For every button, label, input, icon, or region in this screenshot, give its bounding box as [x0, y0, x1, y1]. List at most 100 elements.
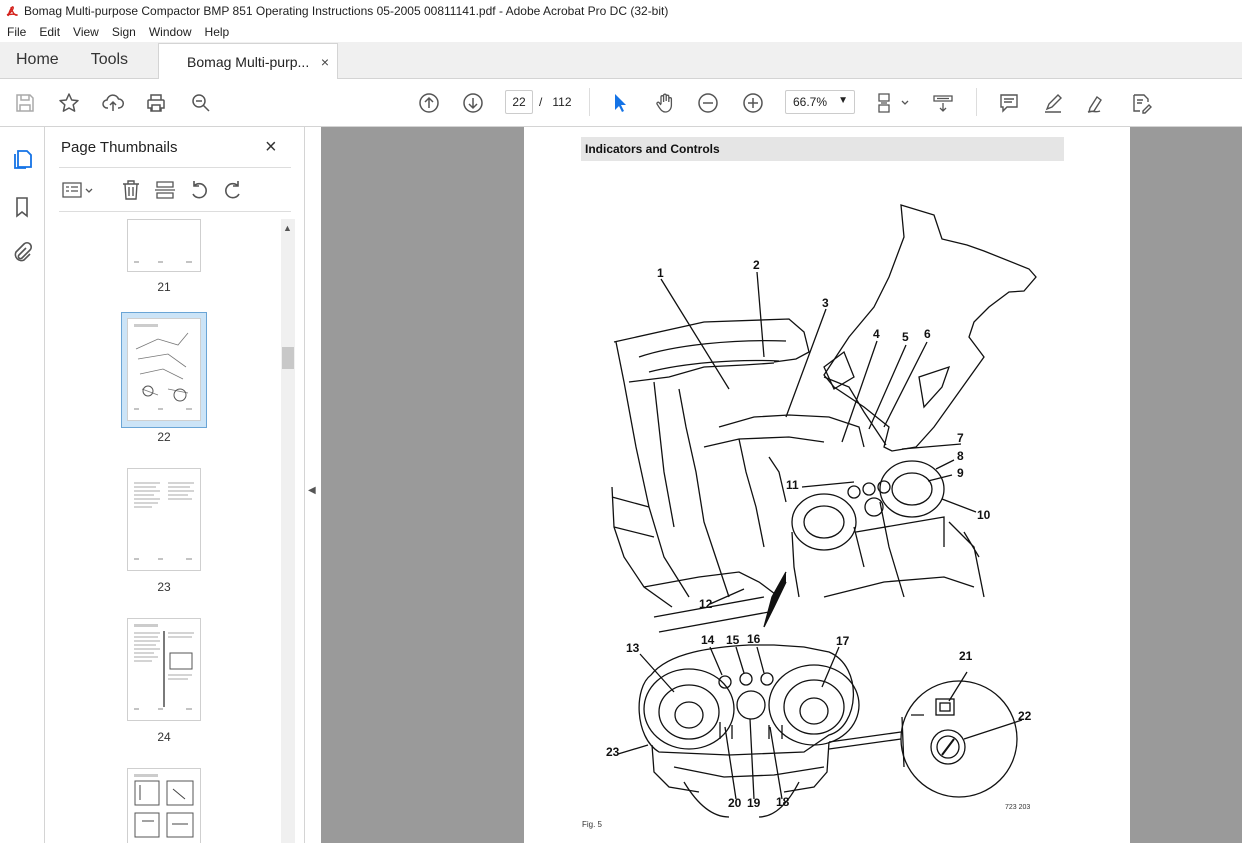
- page-fit-icon[interactable]: [876, 91, 910, 115]
- toolbar-divider: [589, 88, 590, 116]
- save-icon[interactable]: [13, 91, 37, 115]
- tab-bar: Home Tools Bomag Multi-purp... ×: [0, 42, 1242, 79]
- previous-page-icon[interactable]: [417, 91, 441, 115]
- thumbnail-page[interactable]: [127, 618, 201, 721]
- thumbnail-label: 21: [157, 280, 171, 294]
- tab-tools[interactable]: Tools: [75, 42, 144, 78]
- callout-10: 10: [977, 508, 991, 522]
- callout-19: 19: [747, 796, 761, 810]
- thumbnail-list: 21 22 23 24: [59, 219, 281, 843]
- callout-17: 17: [836, 634, 850, 648]
- rotate-left-icon[interactable]: [188, 179, 210, 201]
- thumbnail-page[interactable]: [127, 768, 201, 843]
- divider: [59, 167, 291, 168]
- callout-2: 2: [753, 258, 760, 272]
- main-toolbar: [0, 80, 1242, 127]
- thumbnail-page[interactable]: [127, 219, 201, 272]
- callout-5: 5: [902, 330, 909, 344]
- close-icon[interactable]: ×: [265, 136, 277, 159]
- menu-edit[interactable]: Edit: [32, 25, 66, 39]
- star-icon[interactable]: [57, 91, 81, 115]
- callout-18: 18: [776, 795, 790, 809]
- acrobat-window: Bomag Multi-purpose Compactor BMP 851 Op…: [0, 0, 1242, 843]
- highlight-pen-icon[interactable]: [1041, 91, 1065, 115]
- toolbar-divider: [976, 88, 977, 116]
- print-icon[interactable]: [144, 91, 168, 115]
- callout-15: 15: [726, 633, 740, 647]
- callout-1: 1: [657, 266, 664, 280]
- callout-7: 7: [957, 431, 964, 445]
- draw-sign-icon[interactable]: [1085, 91, 1109, 115]
- callout-12: 12: [699, 597, 713, 611]
- callout-21: 21: [959, 649, 973, 663]
- callout-8: 8: [957, 449, 964, 463]
- total-pages: 112: [552, 95, 572, 109]
- thumbnail-label: 22: [157, 430, 171, 444]
- window-title: Bomag Multi-purpose Compactor BMP 851 Op…: [24, 4, 669, 18]
- chevron-down-icon: ▼: [838, 95, 848, 106]
- edit-pdf-icon[interactable]: [1129, 91, 1153, 115]
- zoom-select[interactable]: 66.7% ▼: [785, 90, 855, 114]
- callout-11: 11: [786, 478, 799, 492]
- figure-label: Fig. 5: [582, 820, 603, 829]
- thumbnail-page[interactable]: [127, 468, 201, 571]
- divider: [59, 211, 291, 212]
- menu-file[interactable]: File: [0, 25, 32, 39]
- next-page-icon[interactable]: [461, 91, 485, 115]
- menu-window[interactable]: Window: [142, 25, 198, 39]
- menu-view[interactable]: View: [66, 25, 105, 39]
- page-number-input[interactable]: 22: [505, 90, 533, 114]
- tab-close-icon[interactable]: ×: [321, 54, 329, 70]
- tab-home[interactable]: Home: [0, 42, 75, 78]
- collapse-panel-icon[interactable]: ◀: [308, 485, 316, 496]
- menu-sign[interactable]: Sign: [105, 25, 142, 39]
- thumbnails-panel: Page Thumbnails × 21 22 23 24 ▲: [45, 127, 304, 843]
- thumbnail-label: 23: [157, 580, 171, 594]
- thumbnail-label: 24: [157, 730, 171, 744]
- thumbnail-scrollbar[interactable]: [281, 219, 295, 843]
- comment-icon[interactable]: [997, 91, 1021, 115]
- scroll-mode-icon[interactable]: [931, 91, 955, 115]
- panel-title: Page Thumbnails: [61, 139, 178, 156]
- zoom-out-icon[interactable]: [696, 91, 720, 115]
- thumbnail-page-selected[interactable]: [127, 318, 201, 421]
- page-total: / 112: [539, 95, 572, 109]
- acrobat-icon: [6, 6, 18, 17]
- figure-callouts: 1 2 3 4 5 6 7 8 9 10 11 12 13 14 15 16 1: [606, 258, 1032, 810]
- callout-16: 16: [747, 632, 761, 646]
- callout-14: 14: [701, 633, 715, 647]
- rotate-right-icon[interactable]: [222, 179, 244, 201]
- panel-splitter[interactable]: ◀: [304, 127, 321, 843]
- callout-4: 4: [873, 327, 880, 341]
- insert-page-icon[interactable]: [154, 179, 176, 201]
- bookmark-icon[interactable]: [10, 195, 34, 219]
- callout-13: 13: [626, 641, 640, 655]
- callout-23: 23: [606, 745, 620, 759]
- zoom-in-icon[interactable]: [741, 91, 765, 115]
- tab-document-label: Bomag Multi-purp...: [187, 53, 310, 70]
- pdf-page: Indicators and Controls 1 2 3 4 5 6 7 8 …: [524, 127, 1130, 843]
- tab-document[interactable]: Bomag Multi-purp... ×: [158, 43, 339, 79]
- menu-bar: File Edit View Sign Window Help: [0, 22, 1242, 42]
- left-rail: [0, 127, 45, 843]
- select-cursor-icon[interactable]: [608, 91, 632, 115]
- scrollbar-thumb[interactable]: [282, 347, 294, 369]
- callout-20: 20: [728, 796, 742, 810]
- attachment-icon[interactable]: [10, 241, 34, 265]
- callout-6: 6: [924, 327, 931, 341]
- zoom-search-icon[interactable]: [189, 91, 213, 115]
- callout-3: 3: [822, 296, 829, 310]
- page-thumbnails-icon[interactable]: [10, 147, 34, 171]
- thumbnail-options-icon[interactable]: [61, 179, 95, 201]
- cloud-upload-icon[interactable]: [101, 91, 125, 115]
- callout-9: 9: [957, 466, 964, 480]
- hand-tool-icon[interactable]: [653, 91, 677, 115]
- compactor-illustration: 1 2 3 4 5 6 7 8 9 10 11 12 13 14 15 16 1: [606, 204, 1037, 818]
- figure-code: 723 203: [1005, 804, 1031, 811]
- delete-page-icon[interactable]: [120, 179, 142, 201]
- document-view[interactable]: Indicators and Controls 1 2 3 4 5 6 7 8 …: [321, 127, 1242, 843]
- page-separator: /: [539, 95, 543, 109]
- zoom-value: 66.7%: [793, 95, 828, 109]
- scroll-up-icon[interactable]: ▲: [283, 223, 292, 233]
- menu-help[interactable]: Help: [198, 25, 236, 39]
